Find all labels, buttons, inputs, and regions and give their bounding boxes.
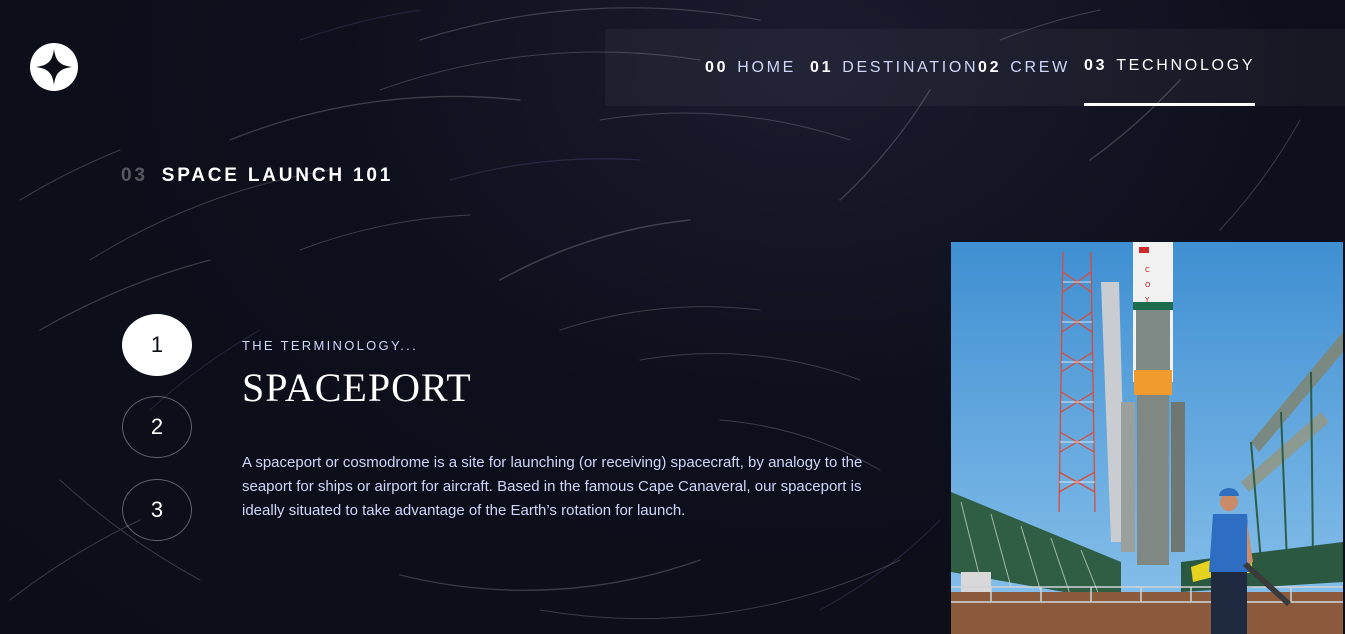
nav-item-number: 03: [1084, 57, 1108, 74]
nav-item-number: 00: [705, 58, 729, 76]
technology-description: A spaceport or cosmodrome is a site for …: [242, 454, 863, 519]
step-button-3[interactable]: 3: [122, 479, 192, 541]
page-heading-text: SPACE LAUNCH 101: [161, 165, 394, 186]
nav-item-number: 01: [810, 58, 834, 76]
page-heading-number: 03: [121, 165, 148, 186]
svg-text:O: O: [1145, 281, 1151, 289]
main-navigation: 00 HOME 01 DESTINATION 02 CREW 03 TECHNO…: [605, 29, 1345, 106]
step-button-2[interactable]: 2: [122, 396, 192, 458]
nav-item-technology[interactable]: 03 TECHNOLOGY: [1084, 29, 1256, 106]
step-button-1[interactable]: 1: [122, 314, 192, 376]
nav-item-destination[interactable]: 01 DESTINATION: [810, 29, 978, 106]
technology-title: SPACEPORT: [242, 365, 472, 410]
nav-item-label: TECHNOLOGY: [1116, 57, 1256, 74]
nav-item-label: CREW: [1010, 58, 1070, 76]
nav-item-crew[interactable]: 02 CREW: [978, 29, 1070, 106]
nav-item-label: DESTINATION: [842, 58, 979, 76]
nav-item-label: HOME: [737, 58, 797, 76]
terminology-label: THE TERMINOLOGY...: [242, 338, 419, 353]
svg-text:C: C: [1145, 266, 1150, 274]
nav-item-home[interactable]: 00 HOME: [705, 29, 796, 106]
logo-icon[interactable]: [30, 43, 78, 91]
nav-item-number: 02: [978, 58, 1002, 76]
page-heading: 03 SPACE LAUNCH 101: [121, 165, 393, 187]
spaceport-image: C O Y: [951, 242, 1343, 634]
